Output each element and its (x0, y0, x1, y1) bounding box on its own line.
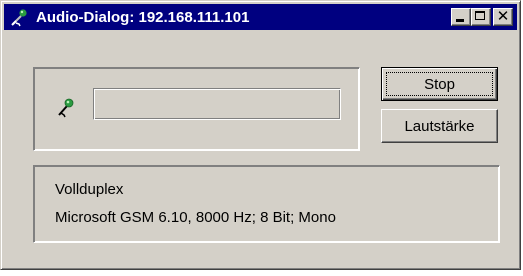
codec-info-text: Microsoft GSM 6.10, 8000 Hz; 8 Bit; Mono (55, 209, 336, 226)
volume-button-label: Lautstärke (404, 117, 475, 135)
connection-info-group: Vollduplex Microsoft GSM 6.10, 8000 Hz; … (33, 165, 500, 243)
duplex-mode-text: Vollduplex (55, 181, 124, 198)
maximize-icon (475, 11, 485, 20)
microphone-icon (10, 7, 32, 27)
window-controls: ✕ (451, 7, 513, 26)
audio-level-group (33, 67, 360, 151)
close-button[interactable]: ✕ (493, 7, 513, 26)
title-bar[interactable]: Audio-Dialog: 192.168.111.101 ✕ (4, 4, 517, 30)
minimize-icon (456, 19, 464, 22)
microphone-icon (56, 96, 76, 118)
stop-button[interactable]: Stop (381, 67, 498, 101)
minimize-button[interactable] (451, 8, 471, 26)
close-icon: ✕ (496, 7, 510, 25)
volume-button[interactable]: Lautstärke (381, 109, 498, 143)
focus-rect (386, 72, 493, 96)
window-title: Audio-Dialog: 192.168.111.101 (36, 8, 250, 26)
input-level-meter (93, 88, 341, 120)
audio-dialog-window: Audio-Dialog: 192.168.111.101 ✕ Stop Lau… (0, 0, 521, 270)
maximize-button[interactable] (471, 8, 491, 26)
